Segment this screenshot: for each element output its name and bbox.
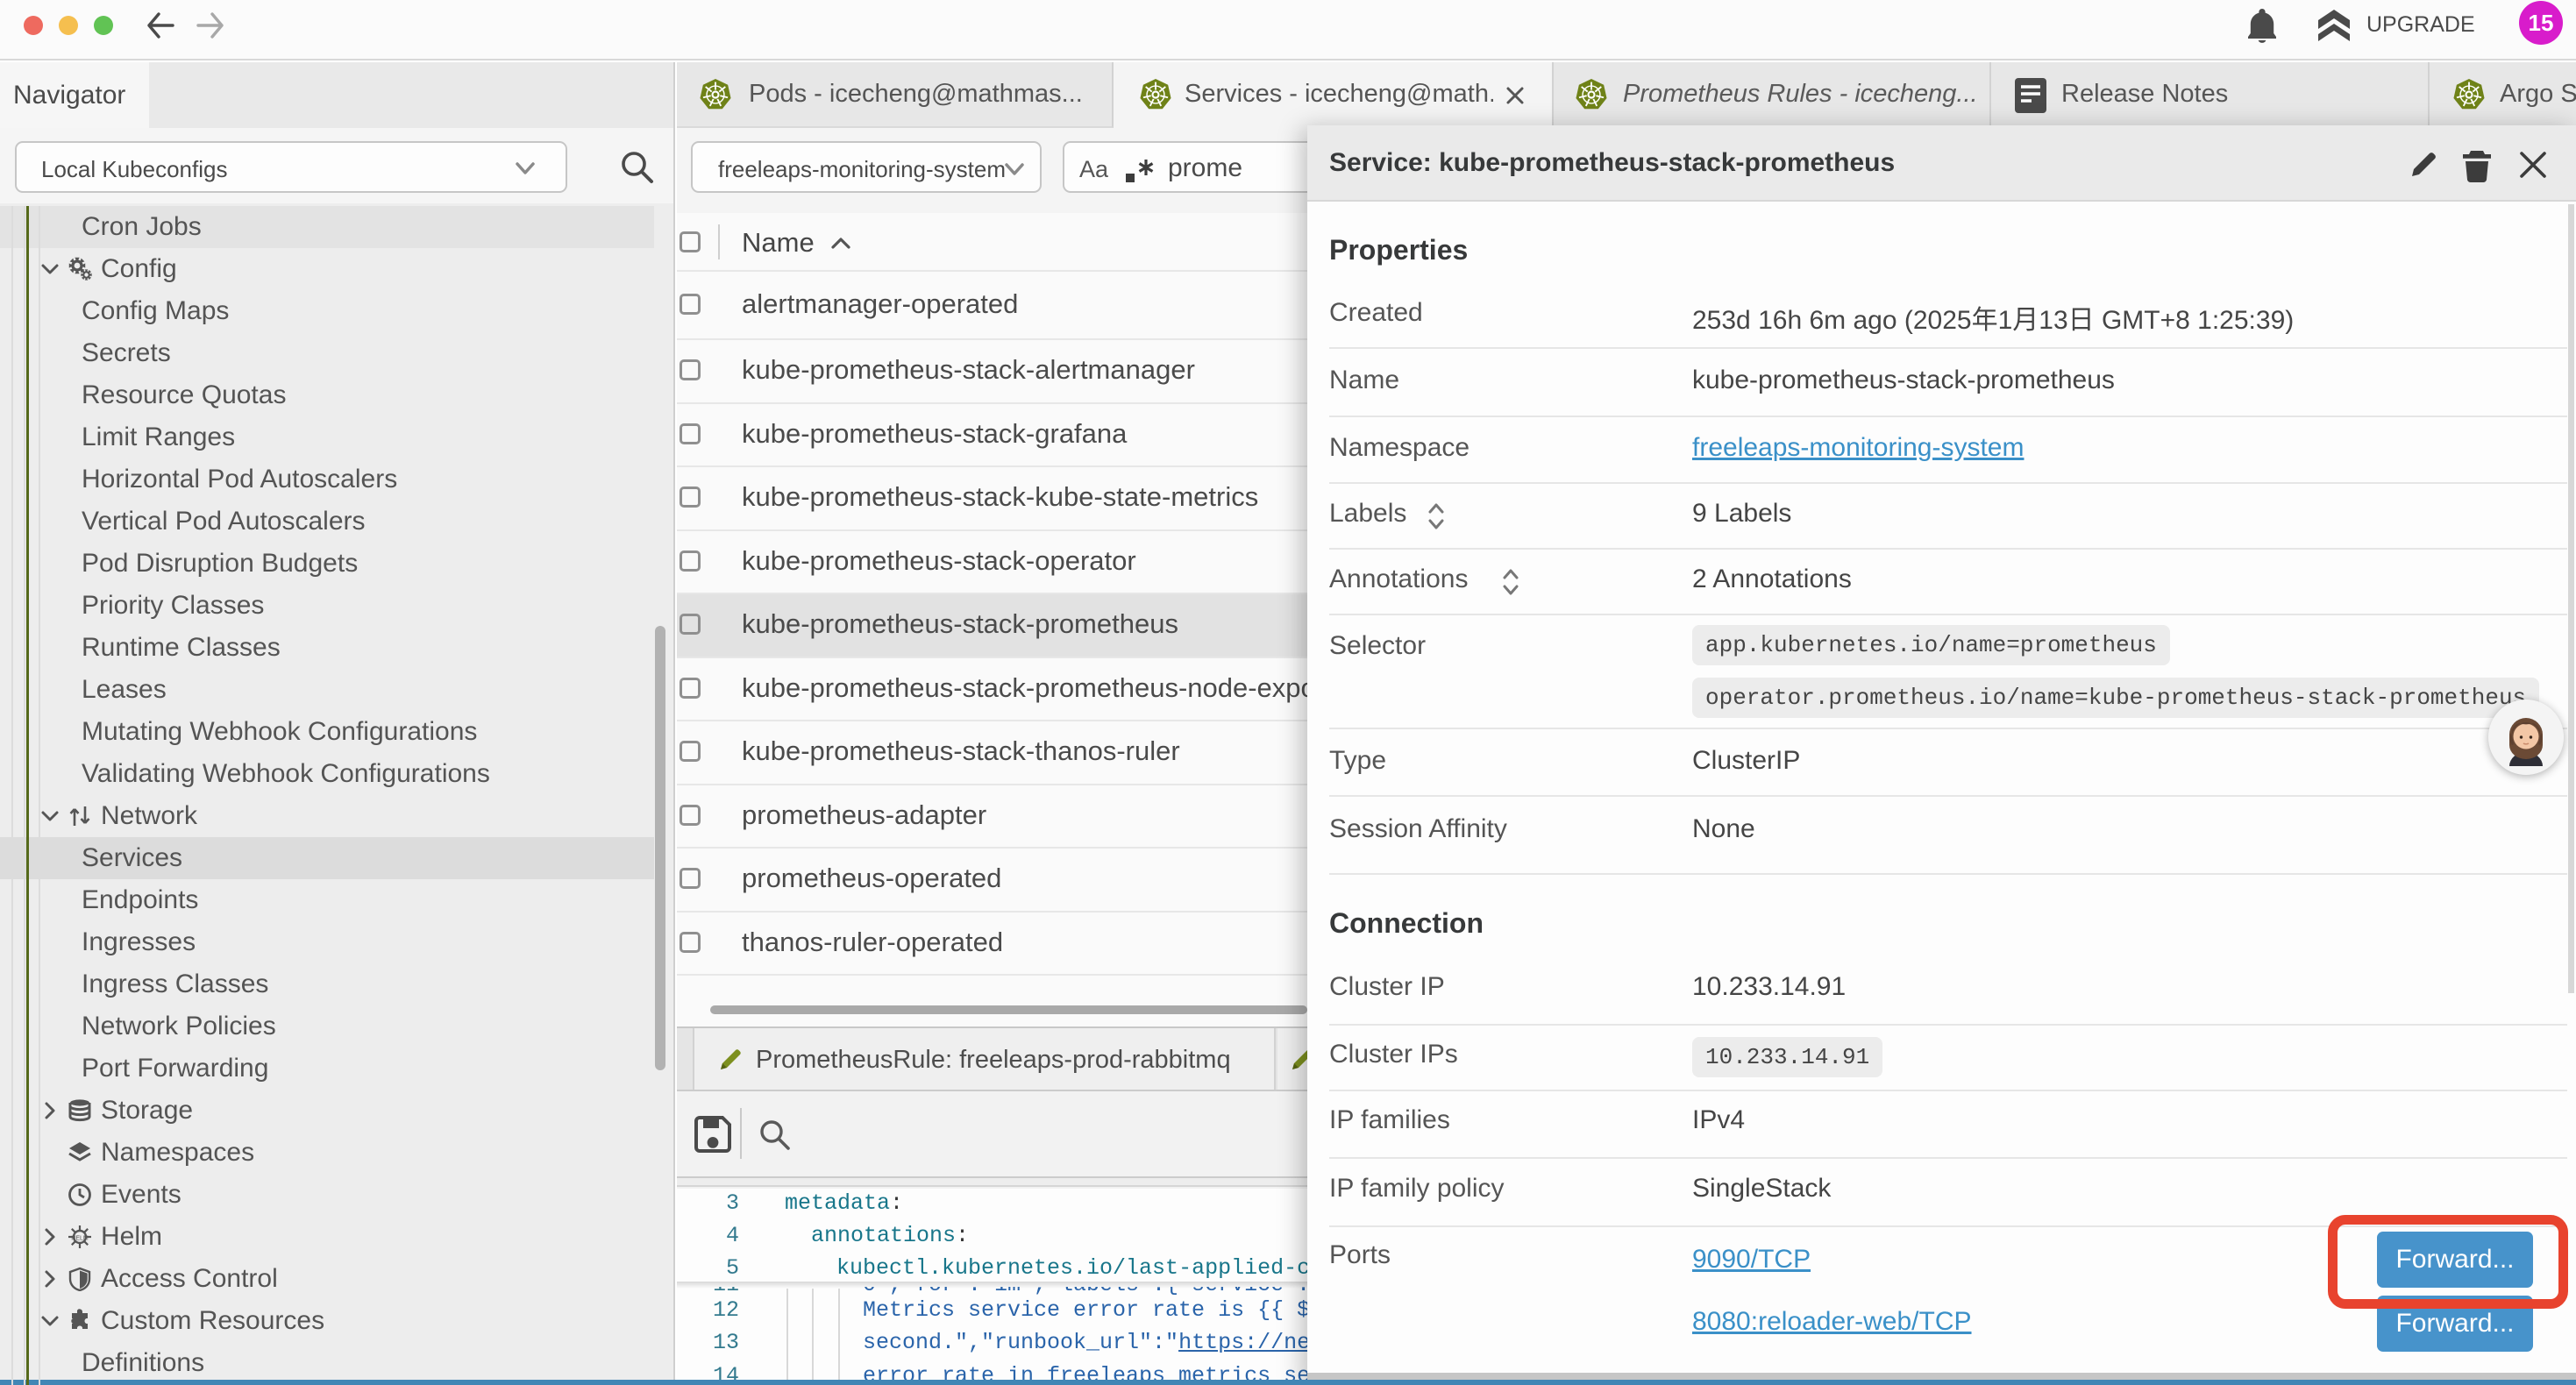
svg-text:HELM: HELM	[71, 1236, 89, 1242]
